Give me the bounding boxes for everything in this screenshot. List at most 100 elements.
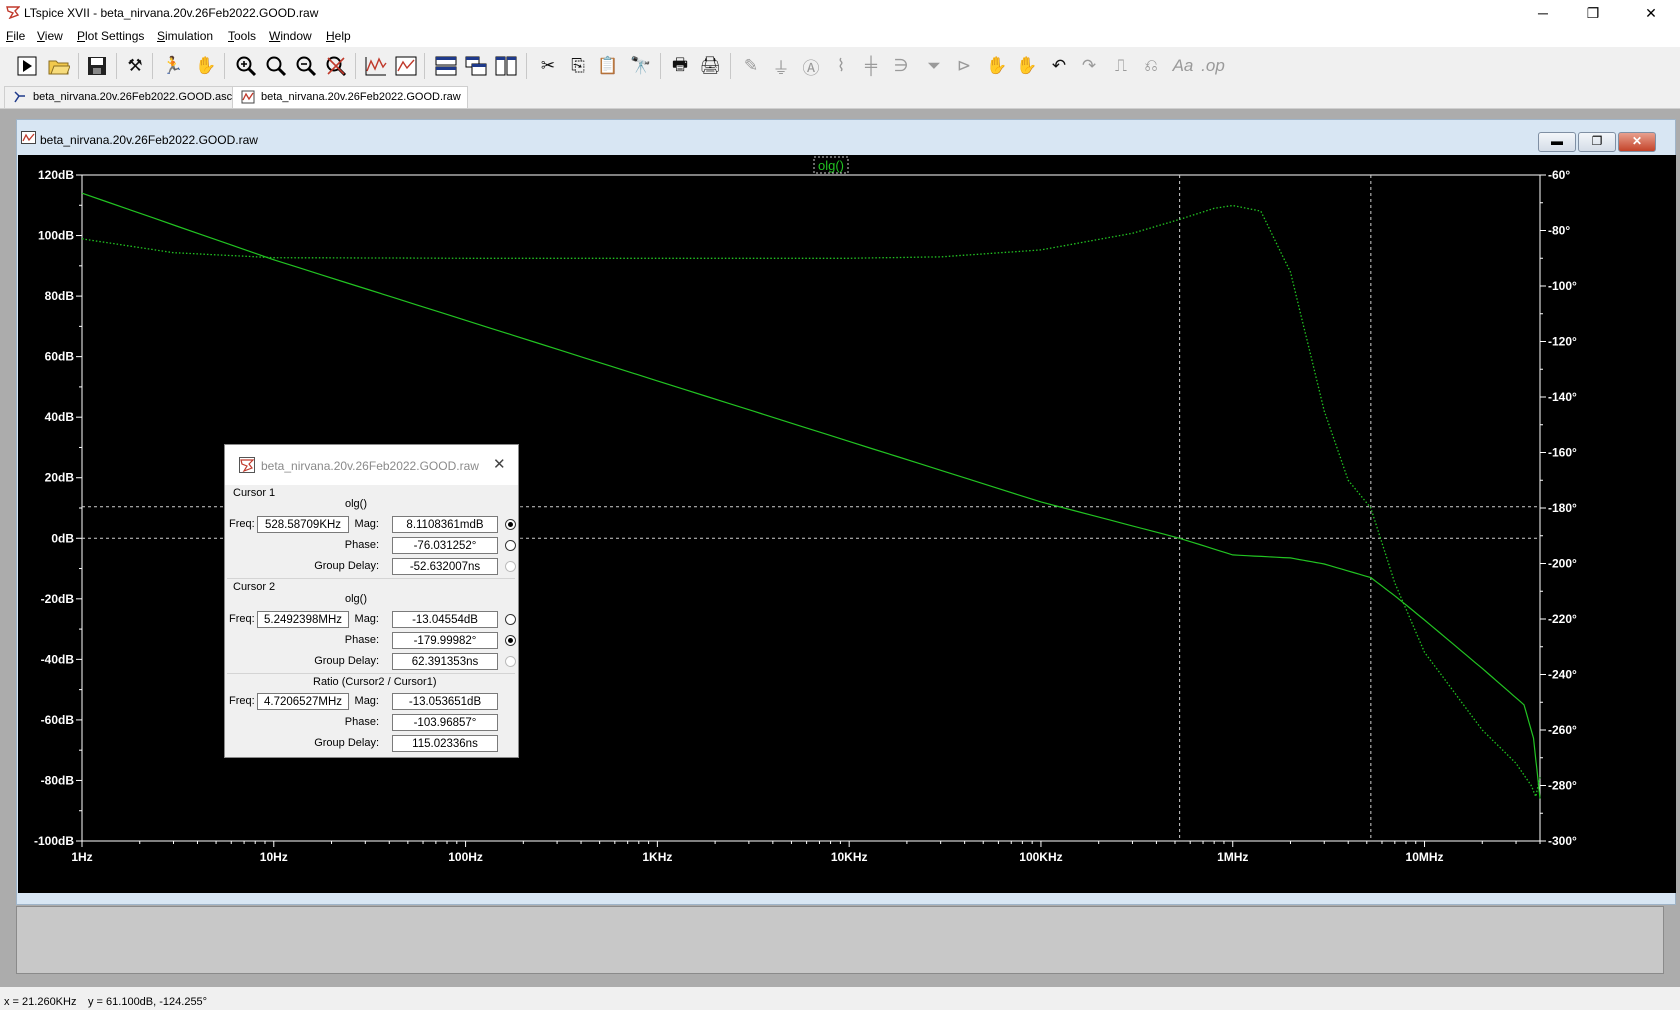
document-tabs: beta_nirvana.20v.26Feb2022.GOOD.asc beta…	[0, 84, 1680, 109]
y-right-tick-label: -100°	[1548, 279, 1577, 293]
cursor-dialog-close-button[interactable]: ✕	[493, 455, 506, 473]
minimize-button[interactable]: ─	[1520, 0, 1566, 26]
save-icon[interactable]	[84, 53, 110, 79]
tile-vertical-icon[interactable]	[493, 53, 519, 79]
divider	[227, 673, 515, 674]
cut-icon[interactable]: ✂	[535, 53, 561, 79]
cursor1-mag-field: 8.1108361mdB	[392, 516, 498, 533]
ltspice-logo-icon	[239, 457, 255, 473]
zoom-in-icon[interactable]	[233, 53, 259, 79]
cascade-icon[interactable]	[463, 53, 489, 79]
redo-icon[interactable]: ↷	[1076, 53, 1102, 79]
cursor-dialog-titlebar[interactable]: beta_nirvana.20v.26Feb2022.GOOD.raw ✕	[225, 445, 518, 485]
y-left-tick-label: 0dB	[51, 531, 74, 545]
window-title: LTspice XVII - beta_nirvana.20v.26Feb202…	[24, 6, 319, 20]
wire-icon[interactable]: ✎	[738, 53, 764, 79]
menu-view[interactable]: View	[37, 29, 63, 43]
diode-icon[interactable]: ⏷	[921, 53, 947, 79]
ground-icon[interactable]: ⏚	[768, 53, 794, 79]
tab-waveform-label: beta_nirvana.20v.26Feb2022.GOOD.raw	[261, 91, 461, 103]
x-tick-label: 100KHz	[1019, 850, 1062, 864]
child-close-button[interactable]: ✕	[1618, 132, 1656, 152]
print-preview-icon[interactable]: 🖶	[667, 53, 693, 79]
text-icon[interactable]: Aa	[1170, 53, 1196, 79]
zoom-fit-icon[interactable]	[323, 53, 349, 79]
menu-bar: File View Plot Settings Simulation Tools…	[0, 26, 1680, 47]
zoom-area-icon[interactable]	[263, 53, 289, 79]
print-icon[interactable]: 🖨	[697, 53, 723, 79]
copy-icon[interactable]: ⎘	[565, 53, 591, 79]
autorange-icon[interactable]	[363, 53, 389, 79]
cursor1-group-delay-label: Group Delay:	[314, 560, 379, 572]
close-button[interactable]: ✕	[1628, 0, 1674, 26]
menu-file[interactable]: File	[6, 29, 25, 43]
cursor2-mag-radio[interactable]	[505, 614, 516, 625]
y-right-tick-label: -80°	[1548, 224, 1570, 238]
y-left-tick-label: -100dB	[34, 834, 74, 848]
cursor1-group-delay-radio[interactable]	[505, 561, 516, 572]
menu-plot-settings[interactable]: Plot Settings	[77, 29, 144, 43]
y-left-tick-label: -40dB	[41, 652, 75, 666]
rotate-icon[interactable]: ⎍	[1108, 53, 1134, 79]
menu-tools[interactable]: Tools	[228, 29, 256, 43]
cursor1-mag-radio[interactable]	[505, 519, 516, 530]
y-right-tick-label: -200°	[1548, 557, 1577, 571]
cursor1-freq-label: Freq:	[229, 518, 255, 530]
y-right-tick-label: -140°	[1548, 390, 1577, 404]
pan-icon[interactable]: ✋	[193, 53, 219, 79]
status-bar: x = 21.260KHz y = 61.100dB, -124.255°	[0, 994, 1680, 1010]
inductor-icon[interactable]: ∋	[888, 53, 914, 79]
open-icon[interactable]	[46, 53, 72, 79]
cursor-dialog-title: beta_nirvana.20v.26Feb2022.GOOD.raw	[261, 459, 479, 473]
restore-button[interactable]: ❐	[1570, 0, 1616, 26]
cursor2-phase-radio[interactable]	[505, 635, 516, 646]
y-left-tick-label: -60dB	[41, 713, 75, 727]
y-left-tick-label: 60dB	[45, 350, 75, 364]
ratio-mag-label: Mag:	[354, 695, 379, 707]
cursor2-group-delay-radio[interactable]	[505, 656, 516, 667]
ratio-phase-field: -103.96857°	[392, 714, 498, 731]
component-icon[interactable]: ⊳	[951, 53, 977, 79]
zoom-out-icon[interactable]	[293, 53, 319, 79]
move-icon[interactable]: ✋	[984, 53, 1010, 79]
control-panel-icon[interactable]: ⚒	[122, 53, 148, 79]
label-icon[interactable]: Ⓐ	[798, 53, 824, 79]
cursor2-trace-name: olg()	[345, 593, 368, 605]
x-tick-label: 10Hz	[260, 850, 288, 864]
menu-help[interactable]: Help	[326, 29, 351, 43]
tile-horizontal-icon[interactable]	[433, 53, 459, 79]
waveform-window-titlebar[interactable]: beta_nirvana.20v.26Feb2022.GOOD.raw ▬ ❐ …	[17, 120, 1675, 154]
tab-schematic[interactable]: beta_nirvana.20v.26Feb2022.GOOD.asc	[4, 86, 240, 108]
paste-icon[interactable]: 📋	[595, 53, 621, 79]
plot-settings-icon[interactable]	[393, 53, 419, 79]
cursor2-freq-field[interactable]: 5.2492398MHz	[257, 611, 349, 628]
y-left-tick-label: -80dB	[41, 773, 75, 787]
menu-window[interactable]: Window	[269, 29, 312, 43]
trace-title: olg()	[818, 158, 844, 173]
x-tick-label: 10KHz	[831, 850, 868, 864]
drag-icon[interactable]: ✋	[1014, 53, 1040, 79]
run-icon[interactable]	[14, 53, 40, 79]
mirror-icon[interactable]: ⎌	[1138, 53, 1164, 79]
cursor1-phase-radio[interactable]	[505, 540, 516, 551]
resistor-icon[interactable]: ⌇	[828, 53, 854, 79]
bottom-pane	[16, 906, 1664, 974]
capacitor-icon[interactable]: ╪	[858, 53, 884, 79]
menu-simulation[interactable]: Simulation	[157, 29, 213, 43]
find-icon[interactable]: 🔭	[628, 53, 654, 79]
toolbar-separator	[660, 53, 661, 79]
undo-icon[interactable]: ↶	[1046, 53, 1072, 79]
child-restore-button[interactable]: ❐	[1578, 132, 1616, 152]
spice-directive-icon[interactable]: .op	[1200, 53, 1226, 79]
cursor1-freq-field[interactable]: 528.58709KHz	[257, 516, 349, 533]
halt-icon[interactable]: 🏃	[160, 53, 186, 79]
waveform-window-title: beta_nirvana.20v.26Feb2022.GOOD.raw	[40, 133, 258, 147]
toolbar-separator	[224, 53, 225, 79]
status-x-readout: x = 21.260KHz	[4, 996, 77, 1008]
toolbar-separator	[424, 53, 425, 79]
y-right-tick-label: -120°	[1548, 335, 1577, 349]
cursor2-mag-field: -13.04554dB	[392, 611, 498, 628]
waveform-icon	[21, 131, 36, 144]
tab-waveform[interactable]: beta_nirvana.20v.26Feb2022.GOOD.raw	[232, 86, 468, 108]
child-minimize-button[interactable]: ▬	[1538, 132, 1576, 152]
